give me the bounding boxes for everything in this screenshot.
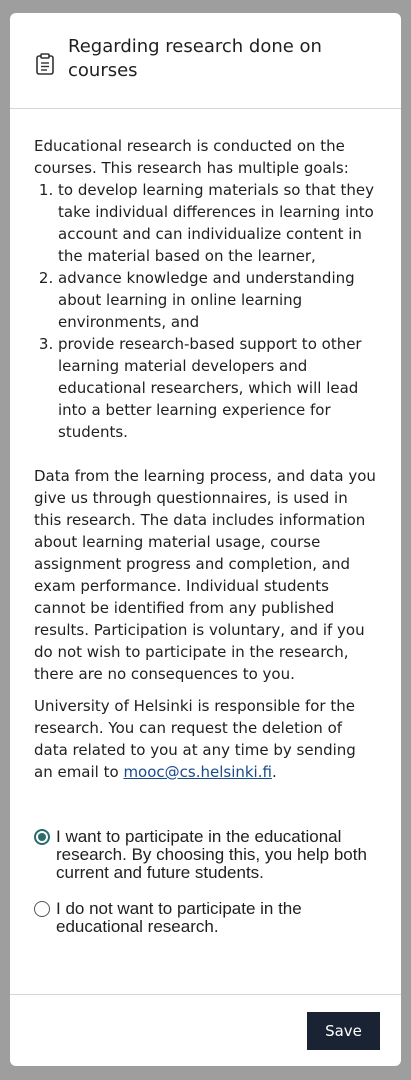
consent-options: I want to participate in the educational… [34,828,379,936]
data-paragraph: Data from the learning process, and data… [34,467,376,683]
save-button[interactable]: Save [307,1012,380,1050]
period: . [271,763,277,781]
dialog-body: Educational research is conducted on the… [34,135,379,783]
dialog-title: Regarding research done on courses [68,36,322,81]
goal-item: advance knowledge and understanding abou… [58,267,379,333]
participate-label: I want to participate in the educational… [56,827,367,882]
decline-radio[interactable] [34,901,50,917]
participate-radio[interactable] [34,829,50,845]
research-consent-dialog: Regarding research done on courses Educa… [10,13,401,1066]
clipboard-icon [35,53,55,75]
goal-item: to develop learning materials so that th… [58,179,379,267]
option-participate[interactable]: I want to participate in the educational… [34,828,379,882]
goal-item: provide research-based support to other … [58,333,379,443]
email-link[interactable]: mooc@cs.helsinki.fi [123,763,272,781]
dialog-footer: Save [10,994,401,1067]
intro-text: Educational research is conducted on the… [34,137,349,177]
option-decline[interactable]: I do not want to participate in the educ… [34,900,379,936]
dialog-header: Regarding research done on courses [10,13,401,109]
responsibility-paragraph: University of Helsinki is responsible fo… [34,695,379,783]
goals-list: to develop learning materials so that th… [34,179,379,443]
decline-label: I do not want to participate in the educ… [56,899,302,936]
